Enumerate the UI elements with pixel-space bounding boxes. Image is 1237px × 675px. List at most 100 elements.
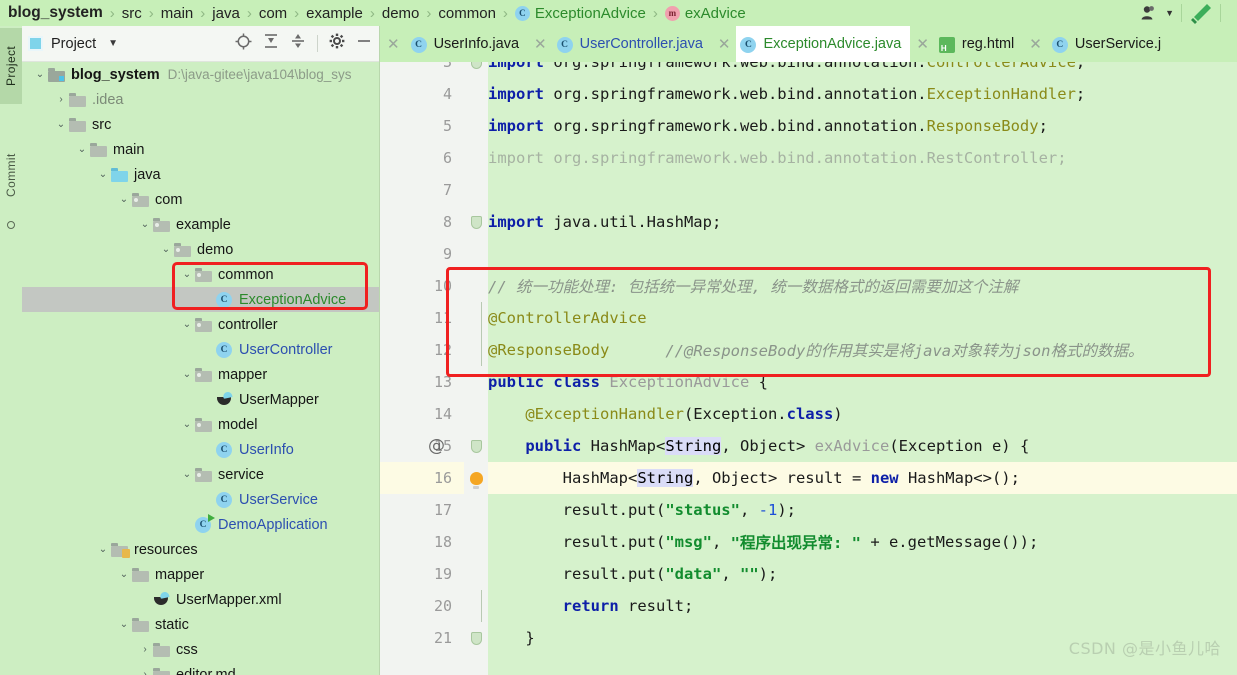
tree-item-mapper[interactable]: ⌄ mapper <box>22 562 380 587</box>
breadcrumb-item-src[interactable]: src <box>122 5 142 22</box>
code-line-7[interactable]: 7 <box>380 174 1237 206</box>
close-icon[interactable]: ✕ <box>910 26 935 62</box>
user-account-button[interactable]: ▼ <box>1134 0 1181 26</box>
tree-item-com[interactable]: ⌄ com <box>22 187 380 212</box>
chevron-down-icon[interactable]: ⌄ <box>179 269 195 280</box>
intention-bulb-icon[interactable] <box>464 462 488 494</box>
tree-item-mapper[interactable]: ⌄ mapper <box>22 362 380 387</box>
editor-tab-usercontroller-java[interactable]: C UserController.java <box>553 26 712 62</box>
chevron-down-icon[interactable]: ⌄ <box>95 544 111 555</box>
tree-item-controller[interactable]: ⌄ controller <box>22 312 380 337</box>
hide-minimize-icon[interactable] <box>356 33 372 54</box>
code-line-14[interactable]: 14 @ExceptionHandler (Exception. class) <box>380 398 1237 430</box>
tree-item-usercontroller[interactable]: C UserController <box>22 337 380 362</box>
chevron-down-icon[interactable]: ⌄ <box>116 569 132 580</box>
close-icon[interactable]: ✕ <box>1023 26 1048 62</box>
chevron-down-icon[interactable]: ⌄ <box>137 219 153 230</box>
chevron-down-icon[interactable]: ⌄ <box>179 469 195 480</box>
tree-item-userinfo[interactable]: C UserInfo <box>22 437 380 462</box>
breadcrumb-item-java[interactable]: java <box>212 5 240 22</box>
tree-item-main[interactable]: ⌄ main <box>22 137 380 162</box>
tree-item-blog-system[interactable]: ⌄ blog_system D:\java-gitee\java104\blog_s… <box>22 62 380 87</box>
breadcrumb-root[interactable]: blog_system <box>8 4 103 22</box>
tree-item-usermapper-xml[interactable]: UserMapper.xml <box>22 587 380 612</box>
code-line-20[interactable]: 20 return result; <box>380 590 1237 622</box>
project-tree[interactable]: ⌄ blog_system D:\java-gitee\java104\blog_s… <box>22 62 380 675</box>
tree-item-demo[interactable]: ⌄ demo <box>22 237 380 262</box>
chevron-right-icon[interactable]: › <box>137 669 153 675</box>
tree-item-demoapplication[interactable]: C DemoApplication <box>22 512 380 537</box>
locate-target-icon[interactable] <box>235 33 252 55</box>
chevron-down-icon[interactable]: ⌄ <box>179 419 195 430</box>
chevron-down-icon[interactable]: ⌄ <box>179 369 195 380</box>
code-line-19[interactable]: 19 result.put("data", ""); <box>380 558 1237 590</box>
code-fold-line[interactable] <box>464 590 488 622</box>
tree-item--idea[interactable]: › .idea <box>22 87 380 112</box>
build-button[interactable] <box>1182 0 1220 26</box>
settings-gear-icon[interactable] <box>329 33 345 54</box>
code-line-16[interactable]: 16 HashMap< String, Object> result = new … <box>380 462 1237 494</box>
code-fold-icon[interactable] <box>464 622 488 654</box>
close-icon[interactable]: ✕ <box>712 26 737 62</box>
tree-item-editor-md[interactable]: › editor.md <box>22 662 380 675</box>
breadcrumb-item-exceptionadvice[interactable]: C ExceptionAdvice <box>514 5 646 22</box>
tree-item-src[interactable]: ⌄ src <box>22 112 380 137</box>
code-fold-icon[interactable] <box>464 206 488 238</box>
code-fold-line[interactable] <box>464 302 488 334</box>
chevron-down-icon[interactable]: ⌄ <box>158 244 174 255</box>
tree-item-resources[interactable]: ⌄ resources <box>22 537 380 562</box>
close-icon[interactable]: ✕ <box>528 26 553 62</box>
code-line-11[interactable]: 11 @ControllerAdvice <box>380 302 1237 334</box>
code-line-18[interactable]: 18 result.put("msg", "程序出现异常: " + e.getM… <box>380 526 1237 558</box>
tree-item-exceptionadvice[interactable]: C ExceptionAdvice <box>22 287 380 312</box>
tree-item-service[interactable]: ⌄ service <box>22 462 380 487</box>
tree-item-java[interactable]: ⌄ java <box>22 162 380 187</box>
editor-tab-reg-html[interactable]: reg.html <box>935 26 1023 62</box>
tool-window-button-commit[interactable]: Commit <box>0 134 22 216</box>
chevron-down-icon[interactable]: ▼ <box>108 38 118 49</box>
tree-item-css[interactable]: › css <box>22 637 380 662</box>
code-line-4[interactable]: 4 import org.springframework.web.bind.ann… <box>380 78 1237 110</box>
chevron-down-icon[interactable]: ⌄ <box>74 144 90 155</box>
expand-all-icon[interactable] <box>263 33 279 54</box>
code-line-12[interactable]: 12 @ResponseBody //@ResponseBody的作用其实是将ja… <box>380 334 1237 366</box>
code-editor[interactable]: 3 import org.springframework.web.bind.ann… <box>380 62 1237 675</box>
code-fold-icon[interactable] <box>464 62 488 78</box>
code-line-3[interactable]: 3 import org.springframework.web.bind.ann… <box>380 62 1237 78</box>
code-fold-icon[interactable] <box>464 430 488 462</box>
project-panel-title[interactable]: Project <box>51 36 96 52</box>
tree-item-static[interactable]: ⌄ static <box>22 612 380 637</box>
breadcrumb-item-exadvice[interactable]: m exAdvice <box>664 5 746 22</box>
chevron-right-icon[interactable]: › <box>137 644 153 655</box>
chevron-down-icon[interactable]: ⌄ <box>116 619 132 630</box>
code-lines[interactable]: 3 import org.springframework.web.bind.ann… <box>380 62 1237 675</box>
close-icon[interactable]: ✕ <box>380 26 407 62</box>
code-line-15[interactable]: 15 @ public HashMap< String, Object> exAdv… <box>380 430 1237 462</box>
editor-tab-userinfo-java[interactable]: C UserInfo.java <box>407 26 528 62</box>
chevron-down-icon[interactable]: ⌄ <box>53 119 69 130</box>
code-line-13[interactable]: 13 public class ExceptionAdvice { <box>380 366 1237 398</box>
tree-item-model[interactable]: ⌄ model <box>22 412 380 437</box>
tree-item-common[interactable]: ⌄ common <box>22 262 380 287</box>
annotation-gutter-icon[interactable]: @ <box>428 436 445 456</box>
breadcrumb-item-demo[interactable]: demo <box>382 5 420 22</box>
editor-tab-userservice-j[interactable]: C UserService.j <box>1048 26 1170 62</box>
breadcrumb-item-common[interactable]: common <box>438 5 496 22</box>
breadcrumb-item-com[interactable]: com <box>259 5 287 22</box>
code-fold-line[interactable] <box>464 334 488 366</box>
code-line-17[interactable]: 17 result.put("status", -1); <box>380 494 1237 526</box>
chevron-down-icon[interactable]: ⌄ <box>179 319 195 330</box>
collapse-all-icon[interactable] <box>290 33 306 54</box>
editor-tab-exceptionadvice-java[interactable]: C ExceptionAdvice.java <box>736 26 911 62</box>
chevron-down-icon[interactable]: ⌄ <box>95 169 111 180</box>
chevron-down-icon[interactable]: ⌄ <box>116 194 132 205</box>
code-line-10[interactable]: 10 // 统一功能处理: 包括统一异常处理, 统一数据格式的返回需要加这个注解 <box>380 270 1237 302</box>
editor-tab-bar[interactable]: ✕ C UserInfo.java ✕ C UserController.java ✕ C Ex… <box>380 26 1237 62</box>
code-line-6[interactable]: 6 import org.springframework.web.bind.ann… <box>380 142 1237 174</box>
chevron-right-icon[interactable]: › <box>53 94 69 105</box>
breadcrumb-item-example[interactable]: example <box>306 5 363 22</box>
code-line-5[interactable]: 5 import org.springframework.web.bind.ann… <box>380 110 1237 142</box>
tree-item-example[interactable]: ⌄ example <box>22 212 380 237</box>
tree-item-usermapper[interactable]: UserMapper <box>22 387 380 412</box>
tree-item-userservice[interactable]: C UserService <box>22 487 380 512</box>
